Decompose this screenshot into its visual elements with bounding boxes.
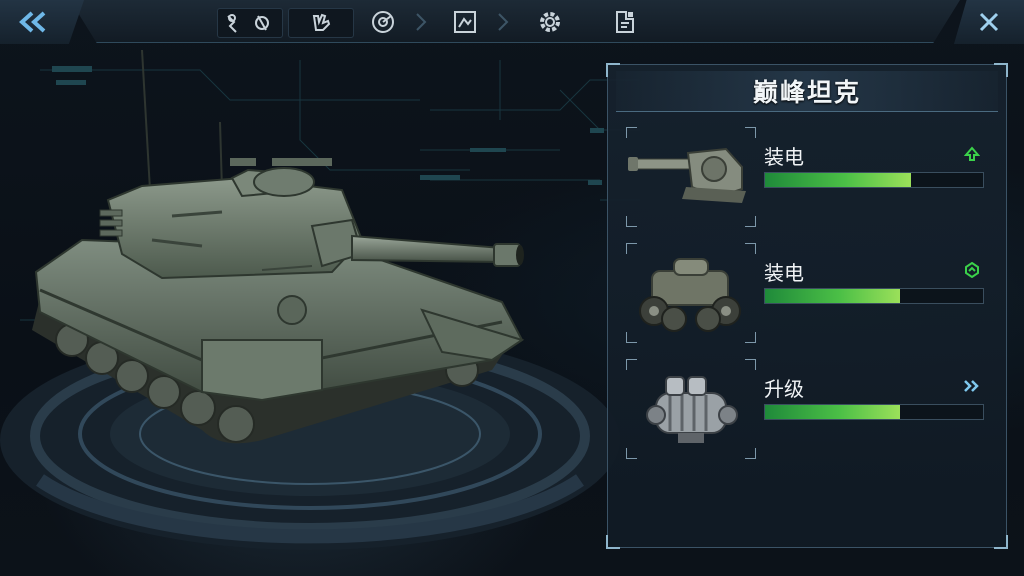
hex-up-icon (965, 262, 979, 278)
game-screen: 巅峰坦克 装电 装电 升级 (0, 0, 1024, 576)
tank-model (32, 49, 525, 444)
top-bar-background (70, 0, 960, 43)
repair-tools-icon (227, 14, 269, 33)
gear-icon (540, 12, 560, 32)
panel-title: 巅峰坦克 (752, 78, 861, 107)
chevron-right-icon (416, 13, 427, 31)
blueprint-button[interactable] (610, 8, 640, 36)
tank-upgrade-panel: 巅峰坦克 装电 装电 升级 (606, 63, 1008, 549)
part-row-engine: 升级 (626, 359, 988, 459)
progress-bar (764, 404, 984, 420)
map-icon (454, 11, 476, 33)
close-button[interactable] (954, 0, 1024, 44)
progress-bar-fill (765, 173, 912, 187)
part-slot-engine[interactable] (626, 359, 756, 459)
chevron-right-icon (498, 13, 509, 31)
top-bar (0, 0, 1024, 46)
panel-corner (994, 535, 1008, 549)
close-icon (979, 12, 999, 32)
panel-corner (606, 535, 620, 549)
glove-icon (312, 13, 331, 31)
upgrade-status-button[interactable] (962, 145, 982, 163)
blueprint-icon (616, 11, 634, 33)
back-button[interactable] (0, 0, 84, 44)
glove-button[interactable] (288, 8, 354, 38)
radar-button[interactable] (368, 8, 398, 36)
progress-bar (764, 288, 984, 304)
part-row-chassis: 装电 (626, 243, 988, 343)
radar-icon (372, 11, 394, 33)
progress-bar (764, 172, 984, 188)
cannon-turret-image (628, 147, 746, 203)
panel-header: 巅峰坦克 (616, 71, 998, 112)
map-button[interactable] (450, 8, 480, 36)
part-label: 装电 (764, 145, 804, 169)
engine-block-image (646, 376, 738, 443)
part-slot-cannon[interactable] (626, 127, 756, 227)
upgrade-status-button[interactable] (962, 261, 982, 279)
part-row-cannon: 装电 (626, 127, 988, 227)
double-chevron-left-icon (19, 11, 46, 33)
part-label: 装电 (764, 261, 804, 285)
repair-tools-button[interactable] (217, 8, 283, 38)
upgrade-status-button[interactable] (962, 377, 982, 395)
progress-bar-fill (765, 289, 901, 303)
part-slot-chassis[interactable] (626, 243, 756, 343)
progress-bar-fill (765, 405, 901, 419)
engine-chassis-image (639, 258, 741, 332)
double-chevron-right-icon (964, 380, 979, 392)
arrow-up-icon (964, 146, 980, 161)
settings-button[interactable] (534, 8, 566, 36)
part-label: 升级 (764, 377, 804, 401)
